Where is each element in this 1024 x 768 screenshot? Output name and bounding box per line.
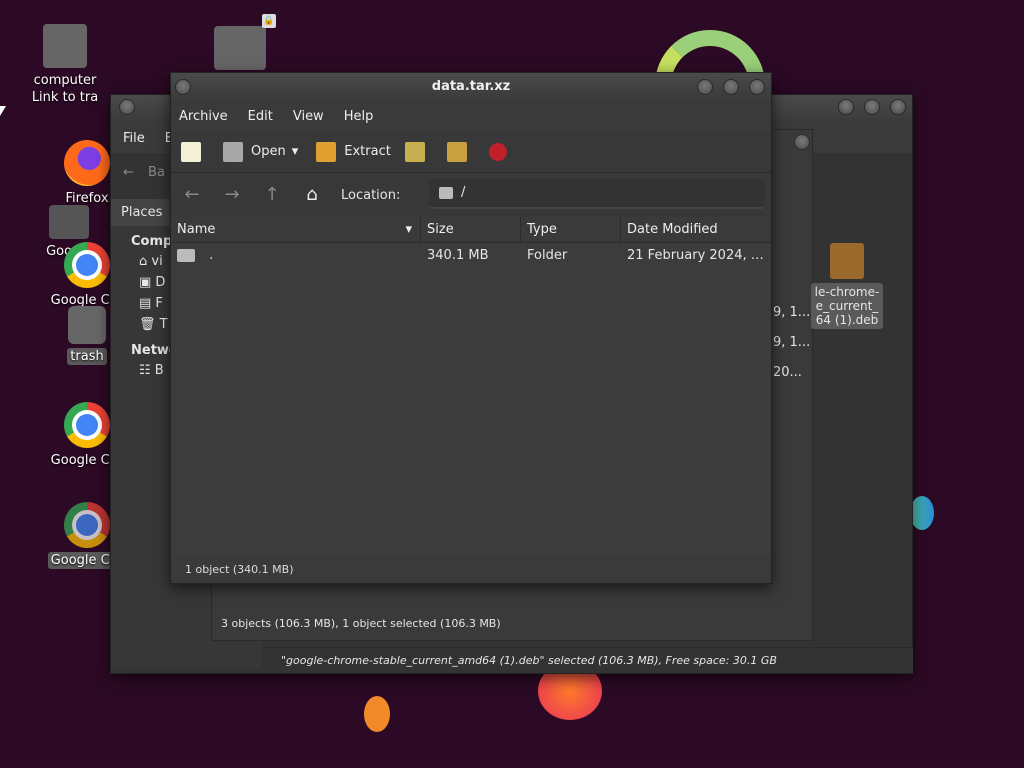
- google-chrome-icon: [64, 502, 110, 548]
- date-cell: 9, 1...: [773, 335, 811, 350]
- location-path: /: [461, 185, 466, 200]
- archive-statusbar: 1 object (340.1 MB): [171, 557, 771, 583]
- open-button[interactable]: Open: [223, 141, 286, 162]
- file-item-label: le-chrome- e_current_ 64 (1).deb: [811, 283, 883, 329]
- desktop-icon-overlap[interactable]: computer Link to tra: [20, 24, 110, 106]
- package-icon: [830, 243, 864, 279]
- window-title: data.tar.xz: [431, 79, 511, 94]
- computer-icon: [43, 24, 87, 68]
- add-files-button[interactable]: [404, 141, 433, 162]
- close-button[interactable]: [890, 99, 906, 115]
- desktop-icon: ▣: [139, 275, 156, 290]
- chevron-down-icon: ▾: [291, 144, 299, 159]
- menu-edit[interactable]: Edit: [248, 109, 273, 124]
- close-button[interactable]: [119, 99, 135, 115]
- add-folder-icon: [446, 141, 467, 162]
- back-label: Ba: [148, 165, 165, 180]
- date-cell: 9, 1...: [773, 305, 811, 320]
- archive-toolbar: Open ▾ Extract: [171, 131, 771, 173]
- open-label: Open: [251, 144, 286, 159]
- new-archive-button[interactable]: [181, 141, 209, 162]
- file-list: . 340.1 MB Folder 21 February 2024, 20..…: [171, 243, 771, 547]
- file-date: 21 February 2024, 20...: [627, 248, 771, 263]
- back-arrow-icon[interactable]: ←: [181, 184, 203, 206]
- firefox-icon: [64, 140, 110, 186]
- home-icon[interactable]: ⌂: [301, 184, 323, 206]
- archive-manager-window[interactable]: data.tar.xz Archive Edit View Help Open …: [170, 72, 772, 584]
- column-size[interactable]: Size: [421, 217, 521, 242]
- mouse-cursor: [0, 106, 6, 116]
- column-header: Name ▾ Size Type Date Modified: [171, 217, 771, 243]
- inner-status: 3 objects (106.3 MB), 1 object selected …: [221, 617, 501, 630]
- menu-view[interactable]: View: [293, 109, 324, 124]
- folder-icon: [177, 249, 195, 262]
- column-date[interactable]: Date Modified: [621, 217, 771, 242]
- network-icon: ☷: [139, 363, 155, 378]
- date-cell: 20...: [773, 365, 802, 380]
- free-space-status: "google-chrome-stable_current_amd64 (1).…: [265, 647, 913, 673]
- extract-button[interactable]: Extract: [316, 141, 391, 162]
- menu-button[interactable]: [175, 79, 191, 95]
- location-label: Location:: [341, 187, 401, 203]
- desktop-icon-label: trash: [67, 348, 107, 365]
- folder-icon: [49, 205, 89, 239]
- file-type: Folder: [527, 248, 568, 263]
- trash-icon: [68, 306, 106, 344]
- location-field[interactable]: /: [429, 179, 765, 209]
- archive-titlebar[interactable]: data.tar.xz: [171, 73, 771, 101]
- minimize-button[interactable]: [697, 79, 713, 95]
- menu-archive[interactable]: Archive: [179, 109, 228, 124]
- up-arrow-icon[interactable]: ↑: [261, 184, 283, 206]
- forward-arrow-icon[interactable]: →: [221, 184, 243, 206]
- column-name[interactable]: Name ▾: [171, 217, 421, 242]
- desktop-icon-label: computer: [33, 73, 97, 88]
- maximize-button[interactable]: [864, 99, 880, 115]
- file-item-deb[interactable]: le-chrome- e_current_ 64 (1).deb: [811, 243, 883, 329]
- back-nav[interactable]: ← Ba: [123, 165, 165, 180]
- filesystem-icon: ▤: [139, 296, 156, 311]
- add-folder-button[interactable]: [446, 141, 475, 162]
- open-icon: [223, 141, 243, 162]
- lock-icon: 🔒: [262, 14, 276, 28]
- back-arrow-icon: ←: [123, 165, 134, 180]
- desktop-icon-label: Link to tra: [31, 90, 99, 105]
- stop-button[interactable]: [488, 142, 515, 161]
- file-name: .: [209, 248, 214, 263]
- close-button[interactable]: [749, 79, 765, 95]
- wallpaper-blob: [910, 496, 934, 530]
- sort-arrow-icon: ▾: [405, 222, 412, 237]
- folder-icon: [439, 187, 453, 199]
- close-button[interactable]: [794, 134, 810, 150]
- extract-icon: [316, 141, 337, 162]
- desktop-icon-folder-top[interactable]: 🔒: [214, 14, 276, 70]
- table-row[interactable]: . 340.1 MB Folder 21 February 2024, 20..…: [171, 243, 771, 269]
- menu-help[interactable]: Help: [344, 109, 374, 124]
- maximize-button[interactable]: [723, 79, 739, 95]
- google-chrome-icon: [64, 242, 110, 288]
- trash-icon: 🗑: [139, 317, 160, 332]
- column-type[interactable]: Type: [521, 217, 621, 242]
- menu-file[interactable]: File: [123, 131, 145, 146]
- add-files-icon: [404, 141, 425, 162]
- location-bar: ← → ↑ ⌂ Location: /: [171, 173, 771, 217]
- home-icon: ⌂: [139, 254, 152, 269]
- archive-menubar: Archive Edit View Help: [171, 101, 771, 131]
- stop-icon: [488, 142, 507, 161]
- status-text: 1 object (340.1 MB): [185, 563, 294, 576]
- new-archive-icon: [181, 141, 201, 162]
- google-chrome-icon: [64, 402, 110, 448]
- open-dropdown-button[interactable]: ▾: [292, 144, 299, 159]
- extract-label: Extract: [344, 144, 391, 159]
- file-size: 340.1 MB: [427, 248, 489, 263]
- wallpaper-blob: [364, 696, 390, 732]
- minimize-button[interactable]: [838, 99, 854, 115]
